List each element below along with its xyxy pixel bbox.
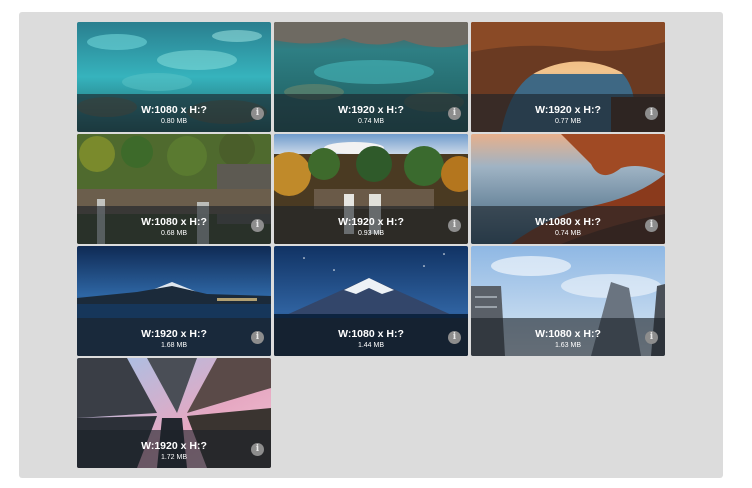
info-icon[interactable]: i	[251, 331, 264, 344]
info-icon[interactable]: i	[251, 443, 264, 456]
tile-caption: W:1080 x H:? 1.44 MB i	[274, 318, 468, 356]
tile-caption: W:1920 x H:? 0.93 MB i	[274, 206, 468, 244]
image-dimensions: W:1080 x H:?	[141, 104, 207, 116]
image-dimensions: W:1920 x H:?	[338, 216, 404, 228]
image-dimensions: W:1080 x H:?	[535, 328, 601, 340]
image-tile[interactable]: W:1920 x H:? 0.93 MB i	[274, 134, 468, 244]
info-icon[interactable]: i	[448, 107, 461, 120]
image-tile[interactable]: W:1920 x H:? 1.68 MB i	[77, 246, 271, 356]
image-dimensions: W:1920 x H:?	[338, 104, 404, 116]
image-tile[interactable]: W:1920 x H:? 0.74 MB i	[274, 22, 468, 132]
tile-caption: W:1080 x H:? 0.74 MB i	[471, 206, 665, 244]
image-dimensions: W:1920 x H:?	[141, 328, 207, 340]
gallery-panel: W:1080 x H:? 0.80 MB i W:1920 x H:? 0.74…	[19, 12, 723, 478]
info-icon[interactable]: i	[251, 219, 264, 232]
file-size: 0.74 MB	[554, 230, 582, 237]
tile-caption: W:1920 x H:? 0.77 MB i	[471, 94, 665, 132]
tile-caption: W:1080 x H:? 1.63 MB i	[471, 318, 665, 356]
file-size: 0.77 MB	[554, 118, 582, 125]
file-size: 1.63 MB	[554, 342, 582, 349]
image-tile[interactable]: W:1920 x H:? 0.77 MB i	[471, 22, 665, 132]
image-tile[interactable]: W:1080 x H:? 0.74 MB i	[471, 134, 665, 244]
image-dimensions: W:1080 x H:?	[141, 216, 207, 228]
info-icon[interactable]: i	[645, 107, 658, 120]
file-size: 0.74 MB	[357, 118, 385, 125]
tile-caption: W:1920 x H:? 1.72 MB i	[77, 430, 271, 468]
image-tile[interactable]: W:1080 x H:? 1.63 MB i	[471, 246, 665, 356]
image-tile[interactable]: W:1080 x H:? 0.80 MB i	[77, 22, 271, 132]
image-dimensions: W:1080 x H:?	[338, 328, 404, 340]
info-icon[interactable]: i	[448, 219, 461, 232]
file-size: 0.68 MB	[160, 230, 188, 237]
image-dimensions: W:1920 x H:?	[535, 104, 601, 116]
tile-caption: W:1920 x H:? 0.74 MB i	[274, 94, 468, 132]
file-size: 1.72 MB	[160, 454, 188, 461]
image-tile[interactable]: W:1080 x H:? 0.68 MB i	[77, 134, 271, 244]
tile-caption: W:1080 x H:? 0.80 MB i	[77, 94, 271, 132]
image-dimensions: W:1080 x H:?	[535, 216, 601, 228]
info-icon[interactable]: i	[645, 219, 658, 232]
info-icon[interactable]: i	[251, 107, 264, 120]
image-tile[interactable]: W:1920 x H:? 1.72 MB i	[77, 358, 271, 468]
image-dimensions: W:1920 x H:?	[141, 440, 207, 452]
tile-caption: W:1080 x H:? 0.68 MB i	[77, 206, 271, 244]
image-grid: W:1080 x H:? 0.80 MB i W:1920 x H:? 0.74…	[77, 22, 665, 468]
file-size: 0.93 MB	[357, 230, 385, 237]
image-tile[interactable]: W:1080 x H:? 1.44 MB i	[274, 246, 468, 356]
info-icon[interactable]: i	[645, 331, 658, 344]
file-size: 0.80 MB	[160, 118, 188, 125]
tile-caption: W:1920 x H:? 1.68 MB i	[77, 318, 271, 356]
file-size: 1.68 MB	[160, 342, 188, 349]
file-size: 1.44 MB	[357, 342, 385, 349]
info-icon[interactable]: i	[448, 331, 461, 344]
